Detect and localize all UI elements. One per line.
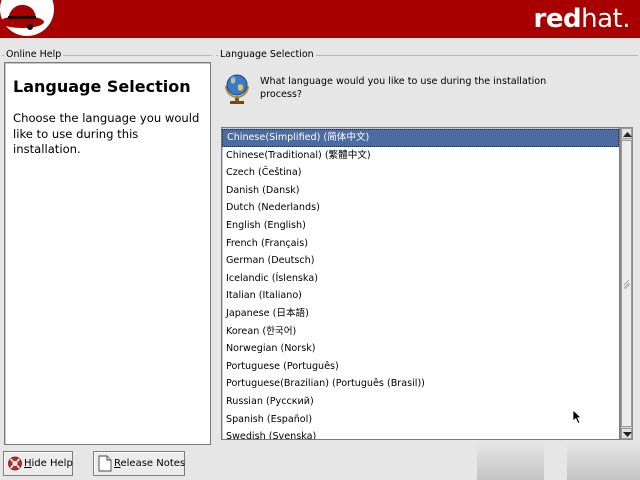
language-option[interactable]: Spanish (Español) (222, 411, 619, 429)
lifebuoy-icon (8, 456, 22, 471)
language-list[interactable]: Chinese(Simplified) (简体中文) Chinese(Tradit… (221, 127, 620, 440)
online-help-panel: Language Selection Choose the language y… (4, 62, 211, 445)
grip-icon (624, 279, 630, 289)
redhat-wordmark: redhat. (533, 4, 631, 34)
globe-icon (225, 74, 249, 104)
release-notes-button[interactable]: Release Notes (93, 451, 185, 476)
language-option[interactable]: Danish (Dansk) (222, 182, 619, 200)
header-banner: redhat. (0, 0, 640, 38)
language-option[interactable]: Icelandic (Íslenska) (222, 270, 619, 288)
language-option[interactable]: French (Français) (222, 235, 619, 253)
language-frame-label: Language Selection (218, 49, 316, 60)
back-button-placeholder (477, 442, 544, 480)
language-option[interactable]: Russian (Русский) (222, 393, 619, 411)
language-option[interactable]: Chinese(Simplified) (简体中文) (222, 129, 619, 147)
language-question: What language would you like to use duri… (260, 76, 547, 100)
language-option[interactable]: Dutch (Nederlands) (222, 199, 619, 217)
hide-help-button[interactable]: Hide Help (3, 451, 73, 476)
mouse-pointer-icon (572, 409, 582, 425)
language-option[interactable]: Korean (한국어) (222, 323, 619, 341)
scroll-down-arrow-icon[interactable] (621, 428, 632, 439)
scrollbar-thumb[interactable] (621, 140, 632, 427)
help-body-text: Choose the language you would like to us… (13, 111, 200, 156)
language-list-scrollbar[interactable] (620, 127, 633, 440)
scroll-up-arrow-icon[interactable] (621, 128, 632, 139)
language-option[interactable]: Portuguese(Brazilian) (Português (Brasil… (222, 375, 619, 393)
language-option[interactable]: English (English) (222, 217, 619, 235)
language-option[interactable]: Swedish (Svenska) (222, 428, 619, 439)
language-option[interactable]: Norwegian (Norsk) (222, 340, 619, 358)
help-frame-label: Online Help (4, 49, 64, 60)
next-button-placeholder (567, 442, 640, 480)
language-option[interactable]: Chinese(Traditional) (繁體中文) (222, 147, 619, 165)
hide-help-label: Hide Help (24, 458, 73, 469)
document-icon (98, 455, 112, 472)
language-option[interactable]: Italian (Italiano) (222, 287, 619, 305)
redhat-shadowman-icon (0, 4, 44, 30)
language-option[interactable]: Portuguese (Português) (222, 358, 619, 376)
language-option[interactable]: German (Deutsch) (222, 252, 619, 270)
release-notes-label: Release Notes (114, 458, 186, 469)
help-title: Language Selection (13, 77, 191, 96)
language-option[interactable]: Japanese (日本語) (222, 305, 619, 323)
language-option[interactable]: Czech (Čeština) (222, 164, 619, 182)
